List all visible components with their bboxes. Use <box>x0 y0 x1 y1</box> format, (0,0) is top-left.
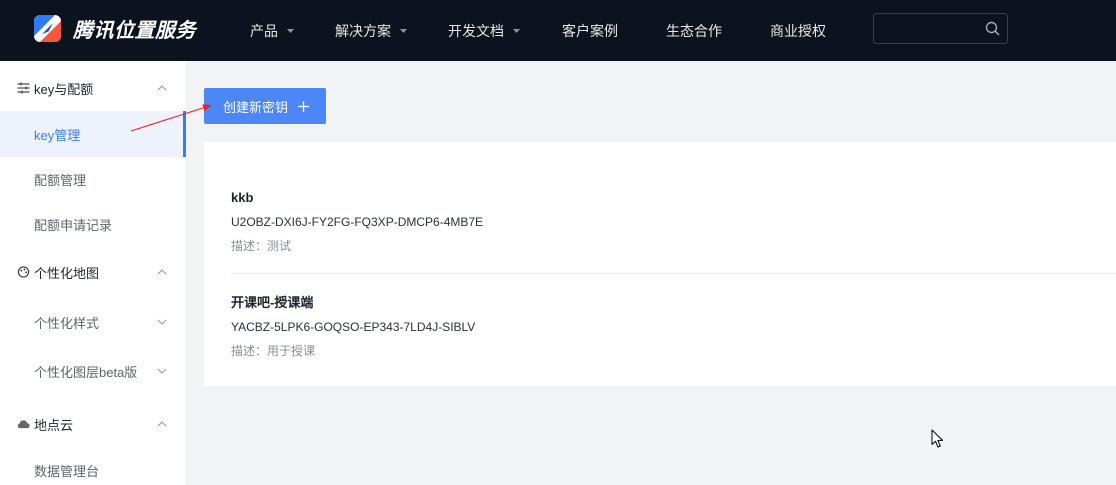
api-key-value: YACBZ-5LPK6-GOQSO-EP343-7LD4J-SIBLV <box>231 320 476 334</box>
sidebar-group-label: key与配额 <box>34 81 94 97</box>
nav-item-docs[interactable]: 开发文档 <box>448 0 520 61</box>
sidebar-group-label: 地点云 <box>34 417 74 433</box>
create-key-button[interactable]: 创建新密钥 <box>204 88 326 124</box>
sidebar-item-label: 配额管理 <box>34 172 87 188</box>
search-icon[interactable] <box>985 21 1000 36</box>
sidebar-group-custom-map[interactable]: 个性化地图 <box>0 249 186 295</box>
nav-item-label: 产品 <box>250 22 278 39</box>
chevron-down-icon[interactable] <box>157 318 167 326</box>
chevron-down-icon[interactable] <box>157 367 167 375</box>
key-description-text: 测试 <box>267 239 292 253</box>
key-description-label: 描述： <box>231 239 268 253</box>
nav-item-licensing[interactable]: 商业授权 <box>770 0 826 61</box>
caret-down-icon <box>287 28 294 33</box>
create-key-button-label: 创建新密钥 <box>223 99 289 115</box>
key-list-item: kkb U2OBZ-DXI6J-FY2FG-FQ3XP-DMCP6-4MB7E … <box>231 186 1116 274</box>
caret-down-icon <box>400 28 407 33</box>
nav-item-products[interactable]: 产品 <box>250 0 294 61</box>
nav-item-cases[interactable]: 客户案例 <box>562 0 618 61</box>
key-list-item: 开课吧-授课端 YACBZ-5LPK6-GOQSO-EP343-7LD4J-SI… <box>231 274 1116 363</box>
search-input[interactable] <box>874 14 984 43</box>
sidebar-group-place-cloud[interactable]: 地点云 <box>0 401 186 447</box>
nav-item-label: 客户案例 <box>562 22 618 39</box>
sidebar-item-quota-management[interactable]: 配额管理 <box>0 156 186 202</box>
chevron-up-icon[interactable] <box>157 84 167 92</box>
key-description: 描述：测试 <box>231 235 1116 258</box>
key-description: 描述：用于授课 <box>231 340 1116 363</box>
key-name: 开课吧-授课端 <box>231 295 314 310</box>
nav-item-label: 开发文档 <box>448 22 504 39</box>
sidebar-item-data-console[interactable]: 数据管理台 <box>0 447 186 485</box>
nav-item-label: 生态合作 <box>666 22 722 39</box>
caret-down-icon <box>513 28 520 33</box>
nav-item-ecosystem[interactable]: 生态合作 <box>666 0 722 61</box>
sliders-icon <box>17 82 30 94</box>
search-box[interactable] <box>873 13 1008 44</box>
plus-icon <box>298 100 310 112</box>
logo[interactable]: 腾讯位置服务 <box>34 14 196 42</box>
sidebar-item-label: 配额申请记录 <box>34 217 113 233</box>
top-nav-bar: 腾讯位置服务 产品 解决方案 开发文档 客户案例 生态合作 商业授权 <box>0 0 1116 61</box>
cloud-icon <box>17 420 30 429</box>
tencent-map-logo-icon <box>34 14 61 42</box>
key-description-text: 用于授课 <box>267 344 316 358</box>
sidebar-item-label: key管理 <box>34 127 81 143</box>
main-content: 创建新密钥 kkb U2OBZ-DXI6J-FY2FG-FQ3XP-DMCP6-… <box>186 61 1116 485</box>
sidebar-item-label: 个性化图层beta版 <box>34 364 138 380</box>
nav-item-label: 解决方案 <box>335 22 391 39</box>
api-key-value: U2OBZ-DXI6J-FY2FG-FQ3XP-DMCP6-4MB7E <box>231 215 484 229</box>
sidebar-item-custom-layer[interactable]: 个性化图层beta版 <box>0 348 186 394</box>
key-name: kkb <box>231 190 254 205</box>
sidebar-item-quota-requests[interactable]: 配额申请记录 <box>0 201 186 247</box>
sidebar-item-custom-style[interactable]: 个性化样式 <box>0 299 186 345</box>
key-list-card: kkb U2OBZ-DXI6J-FY2FG-FQ3XP-DMCP6-4MB7E … <box>204 142 1116 386</box>
nav-item-solutions[interactable]: 解决方案 <box>335 0 407 61</box>
sidebar: key与配额 key管理 配额管理 配额申请记录 个性化地图 个性化样式 个性化… <box>0 61 186 485</box>
sidebar-item-key-management[interactable]: key管理 <box>0 111 186 157</box>
sidebar-group-label: 个性化地图 <box>34 265 100 281</box>
sidebar-item-label: 数据管理台 <box>34 463 100 479</box>
logo-text: 腾讯位置服务 <box>73 19 196 42</box>
sidebar-item-label: 个性化样式 <box>34 315 100 331</box>
chevron-up-icon[interactable] <box>157 268 167 276</box>
palette-icon <box>17 266 30 278</box>
sidebar-group-key-quota[interactable]: key与配额 <box>0 65 186 111</box>
key-description-label: 描述： <box>231 344 268 358</box>
chevron-up-icon[interactable] <box>157 420 167 428</box>
nav-item-label: 商业授权 <box>770 22 826 39</box>
